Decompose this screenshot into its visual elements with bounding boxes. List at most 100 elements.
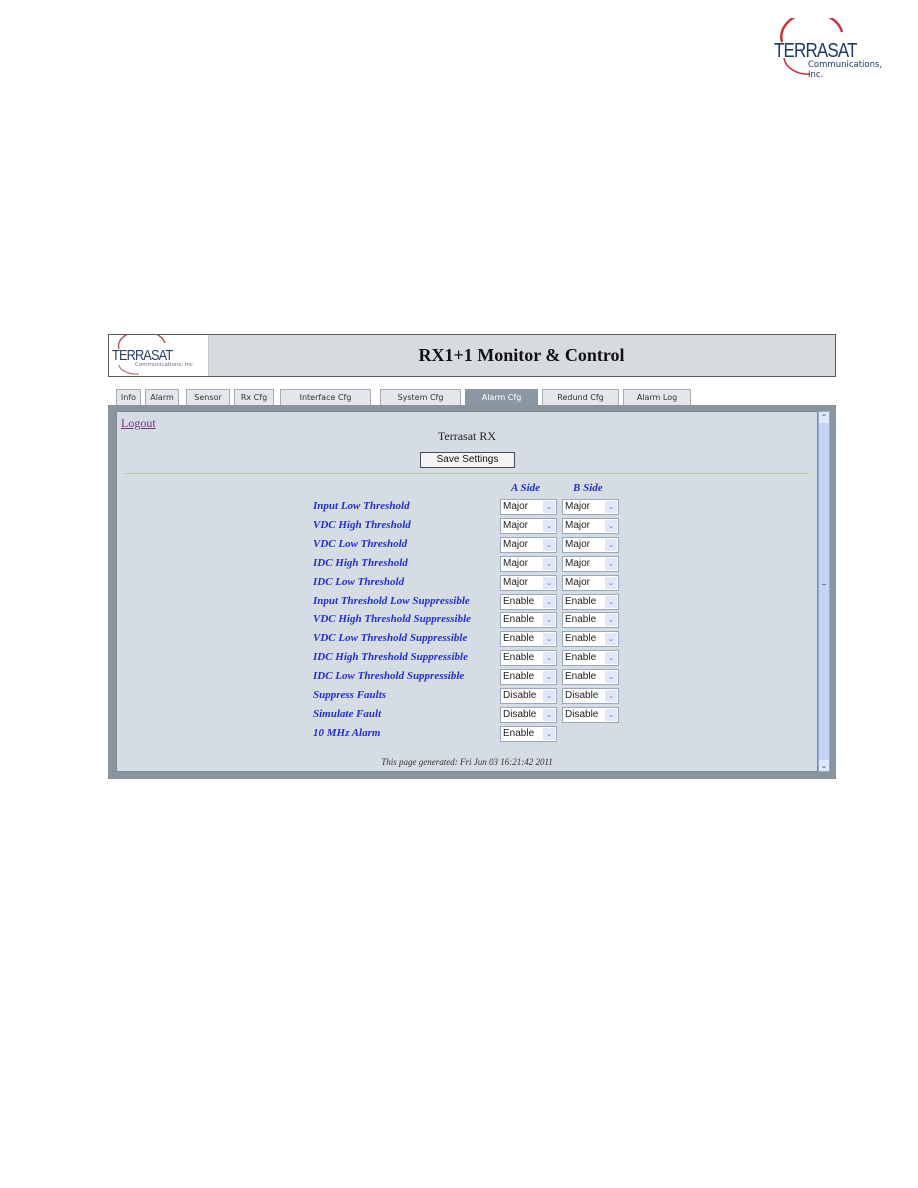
tab-sensor[interactable]: Sensor <box>186 389 230 405</box>
chevron-down-icon[interactable]: ⌄ <box>605 557 617 570</box>
select-a-side[interactable]: Enable ⌄ <box>500 650 557 667</box>
select-a-side[interactable]: Enable ⌄ <box>500 725 557 742</box>
chevron-down-icon[interactable]: ⌄ <box>605 519 617 532</box>
tab-interface-cfg[interactable]: Interface Cfg <box>280 389 371 405</box>
select-a-side[interactable]: Enable ⌄ <box>500 593 557 610</box>
select-b-side[interactable]: Major ⌄ <box>562 574 619 591</box>
chevron-down-icon[interactable]: ⌄ <box>605 501 617 513</box>
select-value: Enable <box>565 671 597 683</box>
setting-label: VDC Low Threshold <box>313 537 408 550</box>
setting-label: IDC High Threshold <box>313 556 408 569</box>
select-a-side[interactable]: Major ⌄ <box>500 536 557 553</box>
chevron-down-icon[interactable]: ⌄ <box>543 595 555 608</box>
setting-label: IDC Low Threshold <box>313 575 405 588</box>
chevron-down-icon[interactable]: ⌄ <box>605 690 617 702</box>
select-value: Enable <box>503 652 535 664</box>
select-value: Major <box>565 501 591 512</box>
select-value: Disable <box>503 690 537 701</box>
setting-label: VDC Low Threshold Suppressible <box>313 632 468 645</box>
chevron-down-icon[interactable]: ⌄ <box>543 727 555 740</box>
chevron-down-icon[interactable]: ⌄ <box>605 671 617 684</box>
select-value: Major <box>503 538 529 550</box>
select-b-side[interactable]: Enable ⌄ <box>562 650 619 667</box>
select-a-side[interactable]: Major ⌄ <box>500 555 557 572</box>
select-a-side[interactable]: Enable ⌄ <box>500 631 557 648</box>
tab-system-cfg[interactable]: System Cfg <box>380 389 461 405</box>
page-generated-timestamp: This page generated: Fri Jun 03 16:21:42… <box>381 757 553 767</box>
select-a-side[interactable]: Enable ⌄ <box>500 612 557 629</box>
chevron-down-icon[interactable]: ⌄ <box>605 595 617 608</box>
select-b-side[interactable]: Major ⌄ <box>562 499 619 515</box>
banner-logo-subtitle: Communications, Inc <box>135 362 193 368</box>
chevron-down-icon[interactable]: ⌄ <box>543 557 555 570</box>
select-a-side[interactable]: Major ⌄ <box>500 574 557 591</box>
chevron-down-icon[interactable]: ⌄ <box>605 652 617 665</box>
chevron-down-icon[interactable]: ⌄ <box>605 538 617 551</box>
select-b-side[interactable]: Enable ⌄ <box>562 669 619 686</box>
column-header-b-side: B Side <box>573 482 603 494</box>
setting-label: Suppress Faults <box>313 689 387 701</box>
select-b-side[interactable]: Enable ⌄ <box>562 631 619 648</box>
scroll-down-button[interactable]: ⌄ <box>819 760 829 771</box>
setting-label: Input Low Threshold <box>313 500 410 512</box>
chevron-down-icon[interactable]: ⌄ <box>543 652 555 665</box>
chevron-down-icon[interactable]: ⌄ <box>605 633 617 646</box>
scroll-thumb-grip[interactable] <box>822 584 826 585</box>
vertical-scrollbar[interactable]: ⌃ ⌄ <box>818 411 830 772</box>
select-value: Major <box>503 557 529 569</box>
select-a-side[interactable]: Disable ⌄ <box>500 688 557 704</box>
select-b-side[interactable]: Enable ⌄ <box>562 593 619 610</box>
select-value: Major <box>503 501 529 512</box>
chevron-down-icon[interactable]: ⌄ <box>543 690 555 702</box>
tab-alarm-log[interactable]: Alarm Log <box>623 389 691 405</box>
setting-label: 10 MHz Alarm <box>313 726 381 739</box>
select-value: Disable <box>503 708 537 720</box>
save-settings-button[interactable]: Save Settings <box>420 452 515 468</box>
select-b-side[interactable]: Disable ⌄ <box>562 706 619 723</box>
select-value: Enable <box>503 633 535 645</box>
chevron-down-icon[interactable]: ⌄ <box>543 519 555 532</box>
divider <box>125 473 809 474</box>
setting-label: IDC Low Threshold Suppressible <box>313 670 465 683</box>
select-value: Major <box>565 538 591 550</box>
select-b-side[interactable]: Major ⌄ <box>562 536 619 553</box>
select-value: Enable <box>565 652 597 664</box>
select-b-side[interactable]: Enable ⌄ <box>562 612 619 629</box>
chevron-down-icon[interactable]: ⌄ <box>605 576 617 589</box>
tab-rx-cfg[interactable]: Rx Cfg <box>234 389 274 405</box>
logo-subtitle: Communications, Inc. <box>808 60 883 80</box>
page-title: RX1+1 Monitor & Control <box>418 345 625 365</box>
select-b-side[interactable]: Major ⌄ <box>562 517 619 534</box>
tab-redund-cfg[interactable]: Redund Cfg <box>542 389 619 405</box>
chevron-down-icon[interactable]: ⌄ <box>543 614 555 627</box>
chevron-down-icon[interactable]: ⌄ <box>543 501 555 513</box>
chevron-down-icon[interactable]: ⌄ <box>543 633 555 646</box>
select-a-side[interactable]: Disable ⌄ <box>500 706 557 723</box>
alarm-config-panel: Logout Terrasat RX Save Settings A Side … <box>116 411 818 772</box>
setting-label: Simulate Fault <box>313 707 382 720</box>
select-value: Enable <box>565 633 597 645</box>
select-b-side[interactable]: Disable ⌄ <box>562 688 619 704</box>
select-value: Enable <box>503 595 535 607</box>
chevron-down-icon[interactable]: ⌄ <box>543 708 555 721</box>
chevron-down-icon[interactable]: ⌄ <box>605 708 617 721</box>
select-b-side[interactable]: Major ⌄ <box>562 555 619 572</box>
chevron-down-icon[interactable]: ⌄ <box>543 671 555 684</box>
banner-logo: TERRASAT Communications, Inc <box>109 335 209 376</box>
tab-alarm-cfg[interactable]: Alarm Cfg <box>465 389 538 405</box>
select-value: Disable <box>565 708 599 720</box>
select-a-side[interactable]: Enable ⌄ <box>500 669 557 686</box>
tab-alarm[interactable]: Alarm <box>145 389 179 405</box>
column-header-a-side: A Side <box>511 482 541 494</box>
select-value: Major <box>565 519 591 531</box>
chevron-down-icon[interactable]: ⌄ <box>543 538 555 551</box>
chevron-down-icon[interactable]: ⌄ <box>543 576 555 589</box>
select-value: Major <box>503 576 529 588</box>
chevron-down-icon[interactable]: ⌄ <box>605 614 617 627</box>
select-value: Major <box>503 519 529 531</box>
tab-info[interactable]: Info <box>116 389 141 405</box>
select-value: Enable <box>565 614 597 626</box>
scroll-up-button[interactable]: ⌃ <box>819 412 829 423</box>
select-a-side[interactable]: Major ⌄ <box>500 517 557 534</box>
select-a-side[interactable]: Major ⌄ <box>500 499 557 515</box>
